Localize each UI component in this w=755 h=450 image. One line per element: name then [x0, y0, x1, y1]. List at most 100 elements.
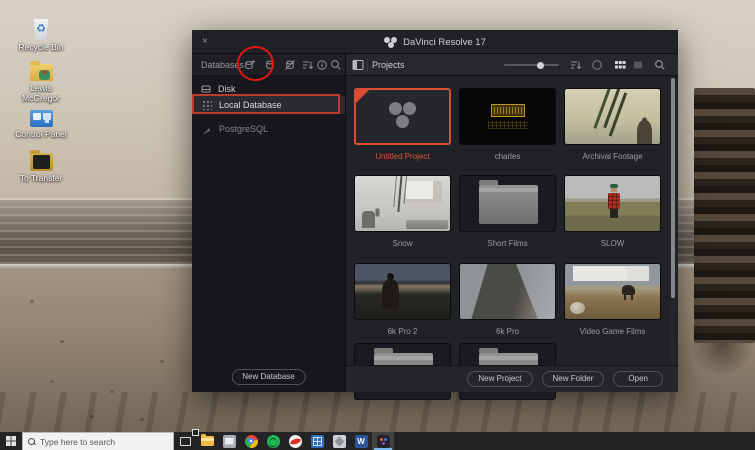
scrollbar-thumb[interactable]	[671, 78, 675, 298]
taskbar: W	[0, 432, 755, 450]
user-folder-icon	[29, 61, 53, 81]
project-name: 6k Pro 2	[387, 327, 418, 336]
start-button[interactable]	[0, 432, 22, 450]
beach-groyne	[690, 88, 755, 377]
disconnect-database-icon[interactable]	[284, 59, 296, 71]
postgresql-icon	[203, 125, 212, 134]
thumbnail-art	[382, 273, 399, 309]
disk-group-header[interactable]: Disk	[201, 84, 236, 94]
project-name: Untitled Project	[375, 152, 430, 161]
project-thumbnail	[564, 263, 661, 320]
chrome-button[interactable]	[240, 432, 262, 450]
search-icon[interactable]	[654, 59, 666, 71]
thumbnail-art	[471, 264, 538, 319]
davinci-resolve-icon	[376, 434, 390, 448]
project-card-charles[interactable]: charles	[459, 88, 556, 161]
project-name: Short Films	[487, 239, 528, 248]
project-name: charles	[494, 152, 521, 161]
project-card-short-films[interactable]: Short Films	[459, 175, 556, 248]
project-card-untitled-project[interactable]: Untitled Project	[354, 88, 451, 161]
media-player-button[interactable]	[284, 432, 306, 450]
annotation-circle	[237, 46, 274, 81]
thumbnail-art	[491, 104, 525, 117]
thumbnail-size-slider[interactable]	[504, 61, 559, 69]
desktop-icon-label: Lewis McGregor	[22, 83, 60, 103]
panel-toggle-icon[interactable]	[352, 59, 364, 71]
thumbnail-art	[488, 121, 528, 129]
windows-logo-icon	[6, 436, 16, 446]
postgresql-item[interactable]: PostgreSQL	[203, 124, 268, 134]
project-name: SLOW	[600, 239, 625, 248]
file-explorer-button[interactable]	[196, 432, 218, 450]
new-database-button[interactable]: New Database	[231, 369, 306, 385]
list-view-icon[interactable]	[632, 59, 644, 71]
project-card-archival-footage[interactable]: Archival Footage	[564, 88, 661, 161]
disk-icon	[201, 85, 211, 93]
folder-thumbnail	[459, 175, 556, 232]
disk-group-label: Disk	[218, 84, 236, 94]
desktop-icon-label: To Transfer	[19, 173, 63, 183]
davinci-resolve-window: × DaVinci Resolve 17 Databases Disk Loca…	[192, 30, 678, 400]
project-name: Snow	[392, 239, 413, 248]
projects-header: Projects	[346, 54, 678, 76]
calculator-icon	[310, 434, 324, 448]
open-button[interactable]: Open	[613, 371, 663, 387]
davinci-resolve-logo-icon	[384, 36, 398, 48]
projects-title: Projects	[372, 60, 405, 70]
davinci-resolve-taskbar-button[interactable]	[372, 432, 394, 450]
spotify-button[interactable]	[262, 432, 284, 450]
dark-folder-icon	[29, 150, 53, 171]
control-panel-icon	[29, 110, 53, 127]
calculator-button[interactable]	[306, 432, 328, 450]
desktop-icon-recycle-bin[interactable]: ♻ Recycle Bin	[6, 19, 76, 53]
new-project-button[interactable]: New Project	[467, 371, 533, 387]
project-thumbnail	[354, 88, 451, 145]
project-thumbnail	[354, 263, 451, 320]
search-input[interactable]	[40, 436, 160, 447]
annotation-rectangle	[192, 94, 340, 114]
photos-icon	[332, 434, 346, 448]
project-card-6k-pro[interactable]: 6k Pro	[459, 263, 556, 336]
mail-icon	[222, 434, 236, 448]
new-folder-button[interactable]: New Folder	[541, 371, 605, 387]
desktop-icon-label: Control Panel	[15, 129, 67, 139]
grid-view-icon[interactable]	[614, 59, 626, 71]
project-thumbnail	[459, 88, 556, 145]
refresh-icon[interactable]	[591, 59, 603, 71]
slider-knob[interactable]	[537, 61, 544, 69]
thumbnail-art	[608, 184, 620, 209]
recycle-bin-icon: ♻	[33, 19, 49, 40]
thumbnail-art	[389, 102, 402, 115]
taskbar-search[interactable]	[22, 432, 174, 450]
desktop-icon-to-transfer[interactable]: To Transfer	[6, 150, 76, 184]
beach-footprints	[30, 300, 34, 303]
scrollbar-track[interactable]	[671, 77, 675, 364]
project-card-6k-pro-2[interactable]: 6k Pro 2	[354, 263, 451, 336]
project-name: Archival Footage	[582, 152, 643, 161]
desktop-icon-label: Recycle Bin	[18, 42, 64, 52]
header-divider	[367, 59, 368, 71]
thumbnail-art	[362, 211, 375, 228]
word-icon: W	[354, 434, 368, 448]
projects-panel: Projects Untitled Project charles Archiv…	[345, 54, 678, 400]
word-button[interactable]: W	[350, 432, 372, 450]
project-card-video-game-films[interactable]: Video Game Films	[564, 263, 661, 336]
desktop-icon-user-folder[interactable]: Lewis McGregor	[6, 61, 76, 103]
chrome-icon	[244, 434, 258, 448]
search-icon[interactable]	[330, 59, 342, 71]
file-explorer-icon	[200, 433, 214, 446]
sort-icon[interactable]	[302, 59, 314, 71]
sort-icon[interactable]	[570, 59, 582, 71]
project-thumbnail	[354, 175, 451, 232]
thumbnail-art	[622, 285, 635, 300]
photos-button[interactable]	[328, 432, 350, 450]
spotify-icon	[266, 434, 280, 448]
media-player-icon	[288, 434, 302, 448]
desktop-icon-control-panel[interactable]: Control Panel	[6, 110, 76, 140]
project-card-slow[interactable]: SLOW	[564, 175, 661, 248]
info-icon[interactable]	[316, 59, 328, 71]
project-card-snow[interactable]: Snow	[354, 175, 451, 248]
mail-button[interactable]	[218, 432, 240, 450]
task-view-button[interactable]	[174, 432, 196, 450]
project-name: 6k Pro	[495, 327, 520, 336]
